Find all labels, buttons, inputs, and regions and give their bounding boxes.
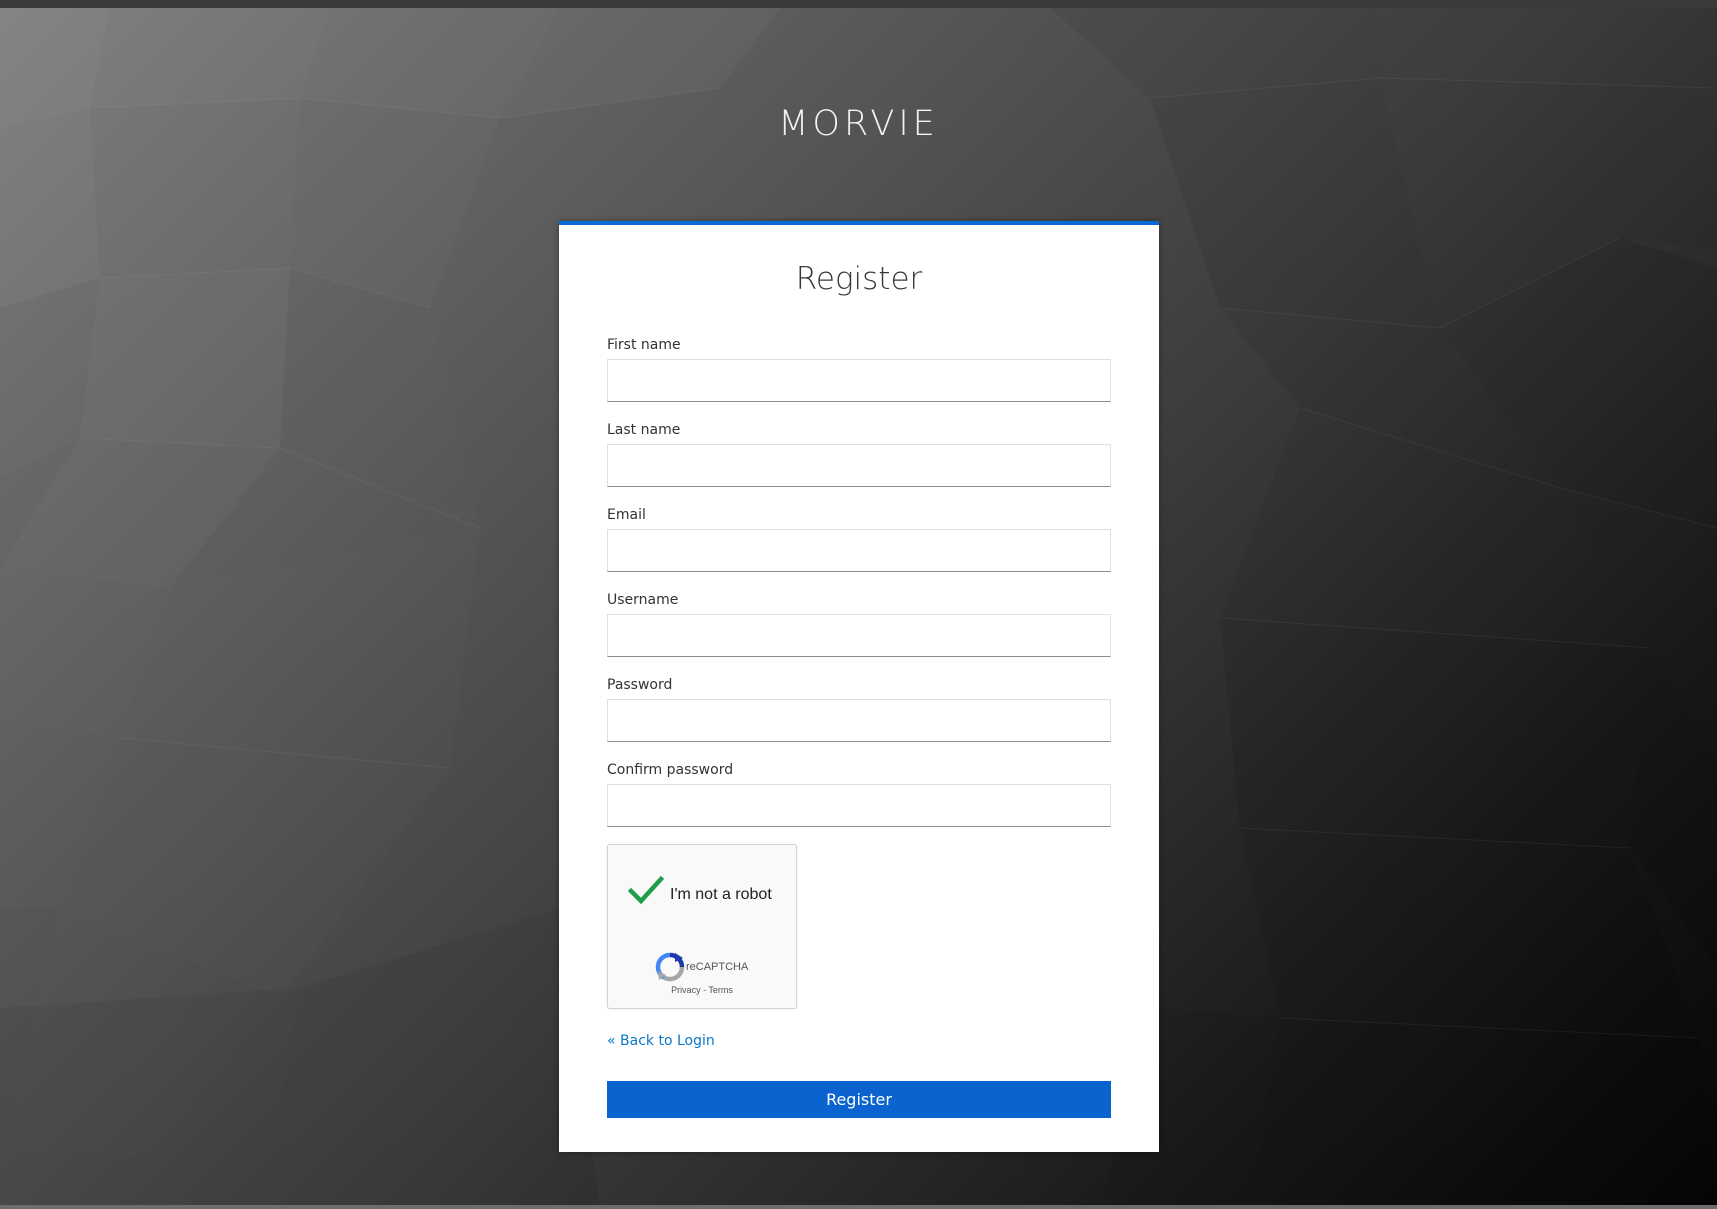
recaptcha-widget: I'm not a robot reCAPTCHA Privacy - Term… [607,844,797,1009]
email-label: Email [607,507,646,523]
first-name-group: First name [607,337,1111,408]
privacy-link[interactable]: Privacy [671,985,701,995]
username-group: Username [607,592,1111,663]
username-label: Username [607,592,679,608]
terms-link[interactable]: Terms [708,985,733,995]
confirm-password-input[interactable] [607,784,1111,827]
page-title: Register [795,261,923,297]
register-button[interactable]: Register [607,1081,1111,1118]
last-name-input[interactable] [607,444,1111,487]
username-input[interactable] [607,614,1111,657]
recaptcha-logo-icon [655,952,685,982]
email-group: Email [607,507,1111,578]
recaptcha-links: Privacy - Terms [608,985,796,995]
last-name-group: Last name [607,422,1111,493]
checkmark-icon[interactable] [628,875,664,905]
password-group: Password [607,677,1111,748]
first-name-input[interactable] [607,359,1111,402]
confirm-password-group: Confirm password [607,762,1111,833]
back-to-login-link[interactable]: « Back to Login [607,1033,715,1049]
first-name-label: First name [607,337,681,353]
last-name-label: Last name [607,422,681,438]
register-form: First name Last name Email Username Pass… [607,337,1111,847]
confirm-password-label: Confirm password [607,762,734,778]
window-top-strip [0,0,1717,8]
password-input[interactable] [607,699,1111,742]
recaptcha-brand: reCAPTCHA [686,961,749,973]
register-card: Register First name Last name Email User… [559,221,1159,1152]
brand-title: MORVIE [778,104,939,144]
email-input[interactable] [607,529,1111,572]
window-bottom-strip [0,1205,1717,1209]
password-label: Password [607,677,673,693]
recaptcha-label: I'm not a robot [670,886,772,903]
